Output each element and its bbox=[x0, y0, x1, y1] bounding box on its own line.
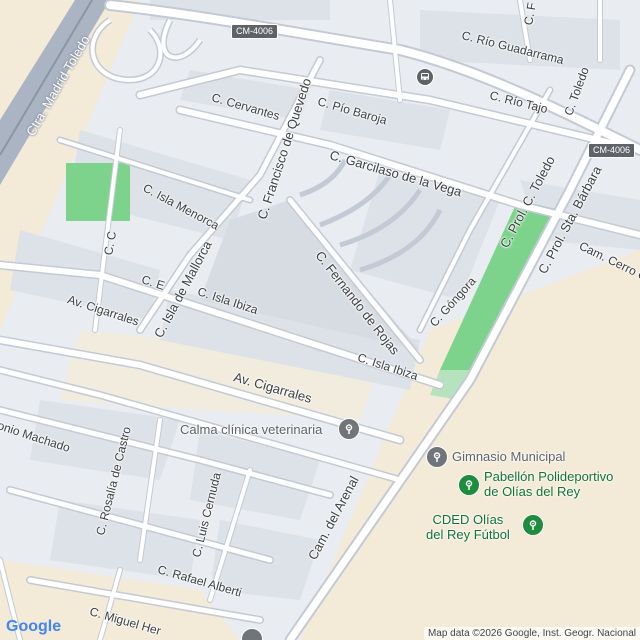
poi-label-gimnasio[interactable]: Gimnasio Municipal bbox=[452, 449, 565, 464]
football-field-icon[interactable] bbox=[522, 514, 544, 536]
veterinary-icon[interactable] bbox=[338, 418, 360, 440]
google-logo: Google bbox=[6, 618, 61, 636]
route-shield-cm4006-right: CM-4006 bbox=[588, 143, 636, 158]
poi-label-cded-line2: del Rey Fútbol bbox=[426, 527, 510, 542]
map-attribution[interactable]: Map data ©2026 Google, Inst. Geogr. Naci… bbox=[423, 627, 640, 640]
gym-icon[interactable] bbox=[426, 446, 448, 468]
route-shield-cm4006-top: CM-4006 bbox=[231, 24, 279, 39]
poi-label-cded[interactable]: CDED Olías del Rey Fútbol bbox=[426, 512, 510, 542]
google-logo-text: Google bbox=[6, 618, 62, 635]
poi-label-pabellon[interactable]: Pabellón Polideportivo de Olías del Rey bbox=[484, 469, 613, 499]
poi-label-cded-line1: CDED Olías bbox=[432, 512, 504, 527]
bus-stop-icon[interactable] bbox=[416, 68, 434, 86]
poi-label-veterinaria[interactable]: Calma clínica veterinaria bbox=[180, 422, 322, 437]
park-small bbox=[66, 163, 130, 221]
sports-complex-icon[interactable] bbox=[458, 474, 480, 496]
poi-label-pabellon-line2: de Olías del Rey bbox=[484, 484, 581, 499]
poi-label-pabellon-line1: Pabellón Polideportivo bbox=[484, 469, 614, 484]
map-view[interactable]: CM-4006 CM-4006 Ctra. Madrid Toledo C. R… bbox=[0, 0, 640, 640]
